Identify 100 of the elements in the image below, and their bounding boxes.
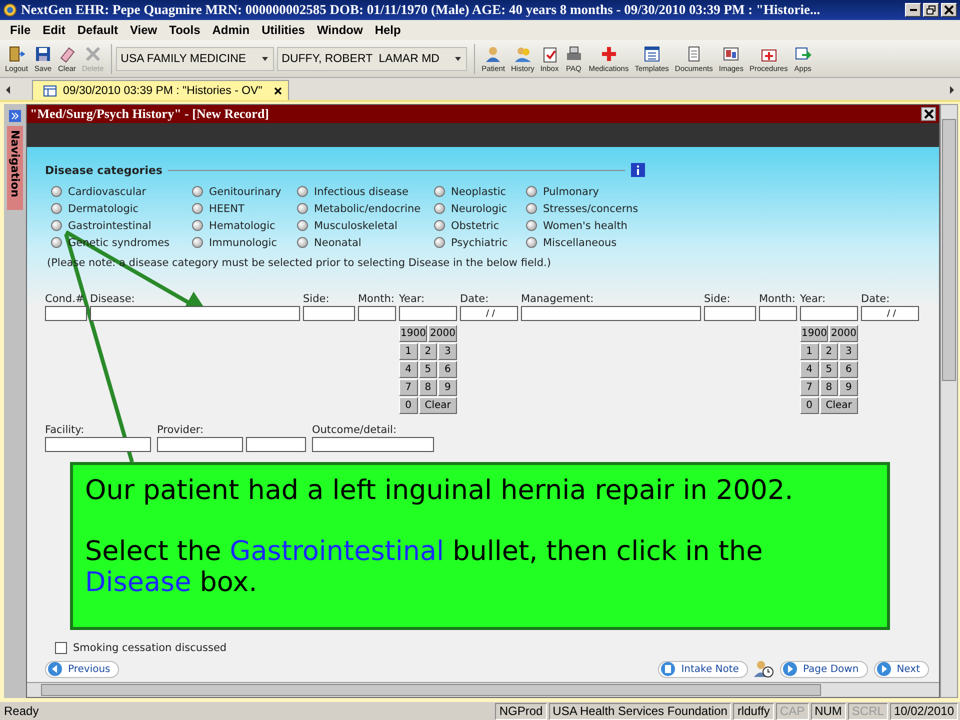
menu-item[interactable]: Edit: [36, 23, 72, 37]
field-label: Provider:: [157, 424, 205, 437]
keypad-button[interactable]: 6: [839, 361, 858, 378]
menu-item[interactable]: Default: [71, 23, 124, 37]
picture-icon: [722, 44, 740, 62]
keypad-button[interactable]: 1900: [399, 325, 428, 342]
scroll-left-icon[interactable]: [4, 85, 12, 95]
radio-button[interactable]: [434, 237, 445, 248]
close-icon[interactable]: [274, 86, 282, 94]
status-panel: NUM: [810, 702, 846, 720]
input-field[interactable]: [759, 306, 797, 321]
keypad-button[interactable]: 2000: [829, 325, 858, 342]
dropdown[interactable]: DUFFY, ROBERT LAMAR MD: [276, 46, 467, 70]
keypad-button[interactable]: 8: [820, 379, 838, 396]
radio-button[interactable]: [51, 237, 62, 248]
keypad-button[interactable]: Clear: [418, 397, 457, 414]
keypad-button[interactable]: 7: [399, 379, 418, 396]
input-field[interactable]: [358, 306, 396, 321]
input-field[interactable]: [312, 437, 434, 452]
radio-button[interactable]: [297, 203, 308, 214]
horizontal-scrollbar[interactable]: [27, 682, 939, 697]
input-field[interactable]: [90, 306, 300, 321]
input-field[interactable]: [399, 306, 457, 321]
keypad-button[interactable]: 0: [399, 397, 418, 414]
scroll-right-icon[interactable]: [948, 85, 956, 95]
next-button[interactable]: Next: [874, 660, 929, 678]
input-field[interactable]: [45, 437, 151, 452]
radio-button[interactable]: [434, 186, 445, 197]
page-down-button[interactable]: Page Down: [780, 660, 868, 678]
field-label: Cond.#: [45, 293, 86, 306]
minimize-button[interactable]: [905, 3, 921, 17]
navigation-tab[interactable]: Navigation: [7, 126, 23, 210]
input-field[interactable]: [800, 306, 858, 321]
input-field[interactable]: [303, 306, 355, 321]
keypad-button[interactable]: 8: [418, 379, 438, 396]
radio-button[interactable]: [434, 220, 445, 231]
keypad-button[interactable]: 7: [800, 379, 819, 396]
radio-button[interactable]: [526, 220, 537, 231]
radio-button[interactable]: [526, 186, 537, 197]
radio-button[interactable]: [51, 203, 62, 214]
menu-item[interactable]: Utilities: [256, 23, 311, 37]
radio-button[interactable]: [297, 186, 308, 197]
close-icon: [924, 109, 934, 119]
keypad-button[interactable]: 9: [839, 379, 858, 396]
keypad-button[interactable]: 4: [800, 361, 819, 378]
keypad-button[interactable]: Clear: [820, 397, 858, 414]
menu-item[interactable]: View: [124, 23, 164, 37]
info-icon[interactable]: [631, 163, 645, 177]
menu-item[interactable]: Admin: [206, 23, 256, 37]
radio-button[interactable]: [51, 220, 62, 231]
previous-button[interactable]: Previous: [45, 660, 120, 678]
radio-button[interactable]: [526, 237, 537, 248]
restore-button[interactable]: [923, 3, 939, 17]
radio-button[interactable]: [192, 220, 203, 231]
keypad-button[interactable]: 1: [399, 343, 418, 360]
radio-button[interactable]: [192, 186, 203, 197]
input-field[interactable]: [704, 306, 756, 321]
person-clock-icon[interactable]: [754, 660, 774, 678]
input-field[interactable]: [246, 437, 306, 452]
checkbox[interactable]: [55, 642, 67, 654]
input-field[interactable]: [45, 306, 87, 321]
radio-button[interactable]: [434, 203, 445, 214]
keypad-button[interactable]: 3: [438, 343, 457, 360]
keypad-button[interactable]: 6: [438, 361, 457, 378]
keypad-button[interactable]: 2: [418, 343, 438, 360]
radio-button[interactable]: [297, 220, 308, 231]
intake-note-button[interactable]: Intake Note: [658, 660, 748, 678]
category-label: HEENT: [209, 202, 244, 214]
radio-button[interactable]: [192, 203, 203, 214]
menu-item[interactable]: Tools: [163, 23, 206, 37]
keypad-button[interactable]: 5: [418, 361, 438, 378]
keypad-button[interactable]: 9: [438, 379, 457, 396]
expand-icon[interactable]: [9, 110, 21, 122]
keypad-button[interactable]: 5: [820, 361, 838, 378]
keypad-button[interactable]: 2: [820, 343, 838, 360]
radio-button[interactable]: [297, 237, 308, 248]
input-field[interactable]: / /: [460, 306, 518, 321]
keypad-button[interactable]: 1: [800, 343, 819, 360]
input-field[interactable]: [157, 437, 243, 452]
document-tab[interactable]: 09/30/2010 03:39 PM : "Histories - OV": [32, 80, 290, 100]
input-field[interactable]: / /: [861, 306, 919, 321]
keypad-button[interactable]: 0: [800, 397, 819, 414]
radio-button[interactable]: [51, 186, 62, 197]
radio-button[interactable]: [526, 203, 537, 214]
dropdown[interactable]: USA FAMILY MEDICINE: [116, 46, 274, 70]
keypad-button[interactable]: 2000: [428, 325, 457, 342]
keypad-button[interactable]: 1900: [800, 325, 828, 342]
instruction-text: Select the Gastrointestinal bullet, then click in the Disease box.: [85, 536, 764, 598]
keypad-button[interactable]: 3: [839, 343, 858, 360]
caret-icon: [260, 54, 269, 62]
close-button[interactable]: [921, 107, 936, 121]
radio-button[interactable]: [192, 237, 203, 248]
menu-item[interactable]: Window: [310, 23, 369, 37]
vertical-scrollbar[interactable]: [940, 104, 958, 698]
keypad-button[interactable]: 4: [399, 361, 418, 378]
menu-item[interactable]: File: [4, 23, 37, 37]
input-field[interactable]: [521, 306, 701, 321]
instruction-text: Our patient had a left inguinal hernia repair in 2002.: [85, 475, 794, 506]
menu-item[interactable]: Help: [368, 23, 407, 37]
category-label: Musculoskeletal: [314, 220, 398, 232]
